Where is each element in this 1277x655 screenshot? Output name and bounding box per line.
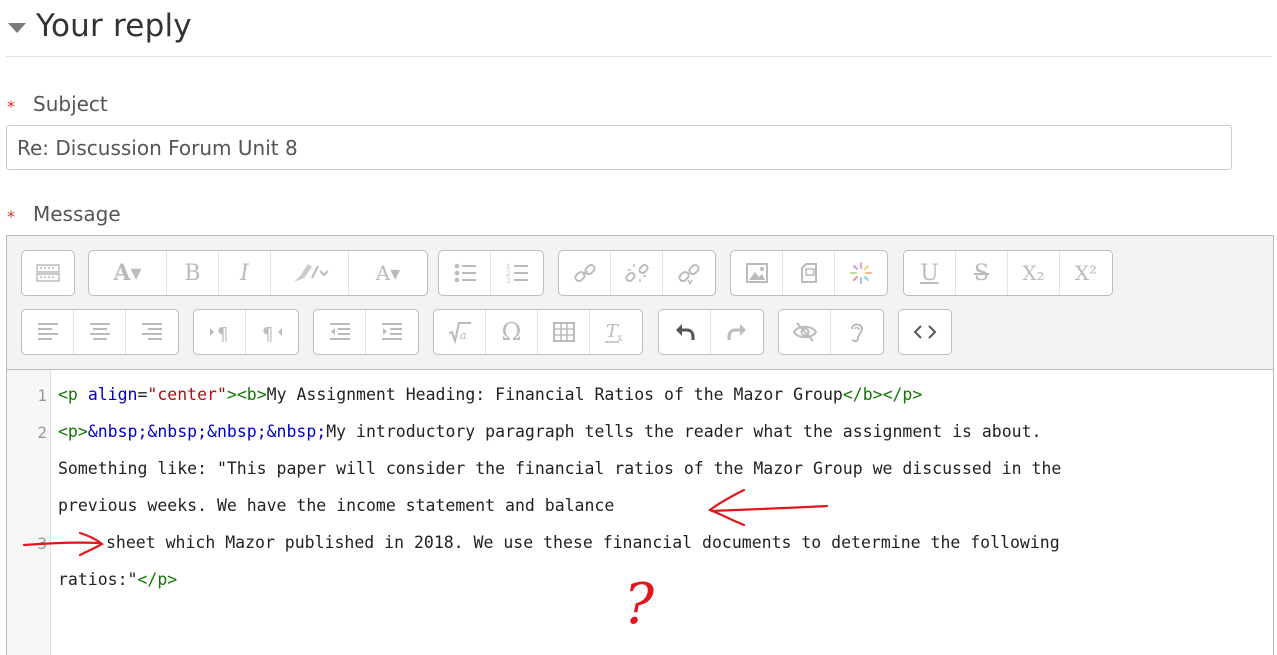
annotation-layer: ?: [22, 488, 829, 637]
annotation-arrow-icon: [707, 488, 829, 527]
annotation-arrow-icon: [22, 531, 104, 557]
annotation-question-mark: ?: [624, 572, 655, 637]
